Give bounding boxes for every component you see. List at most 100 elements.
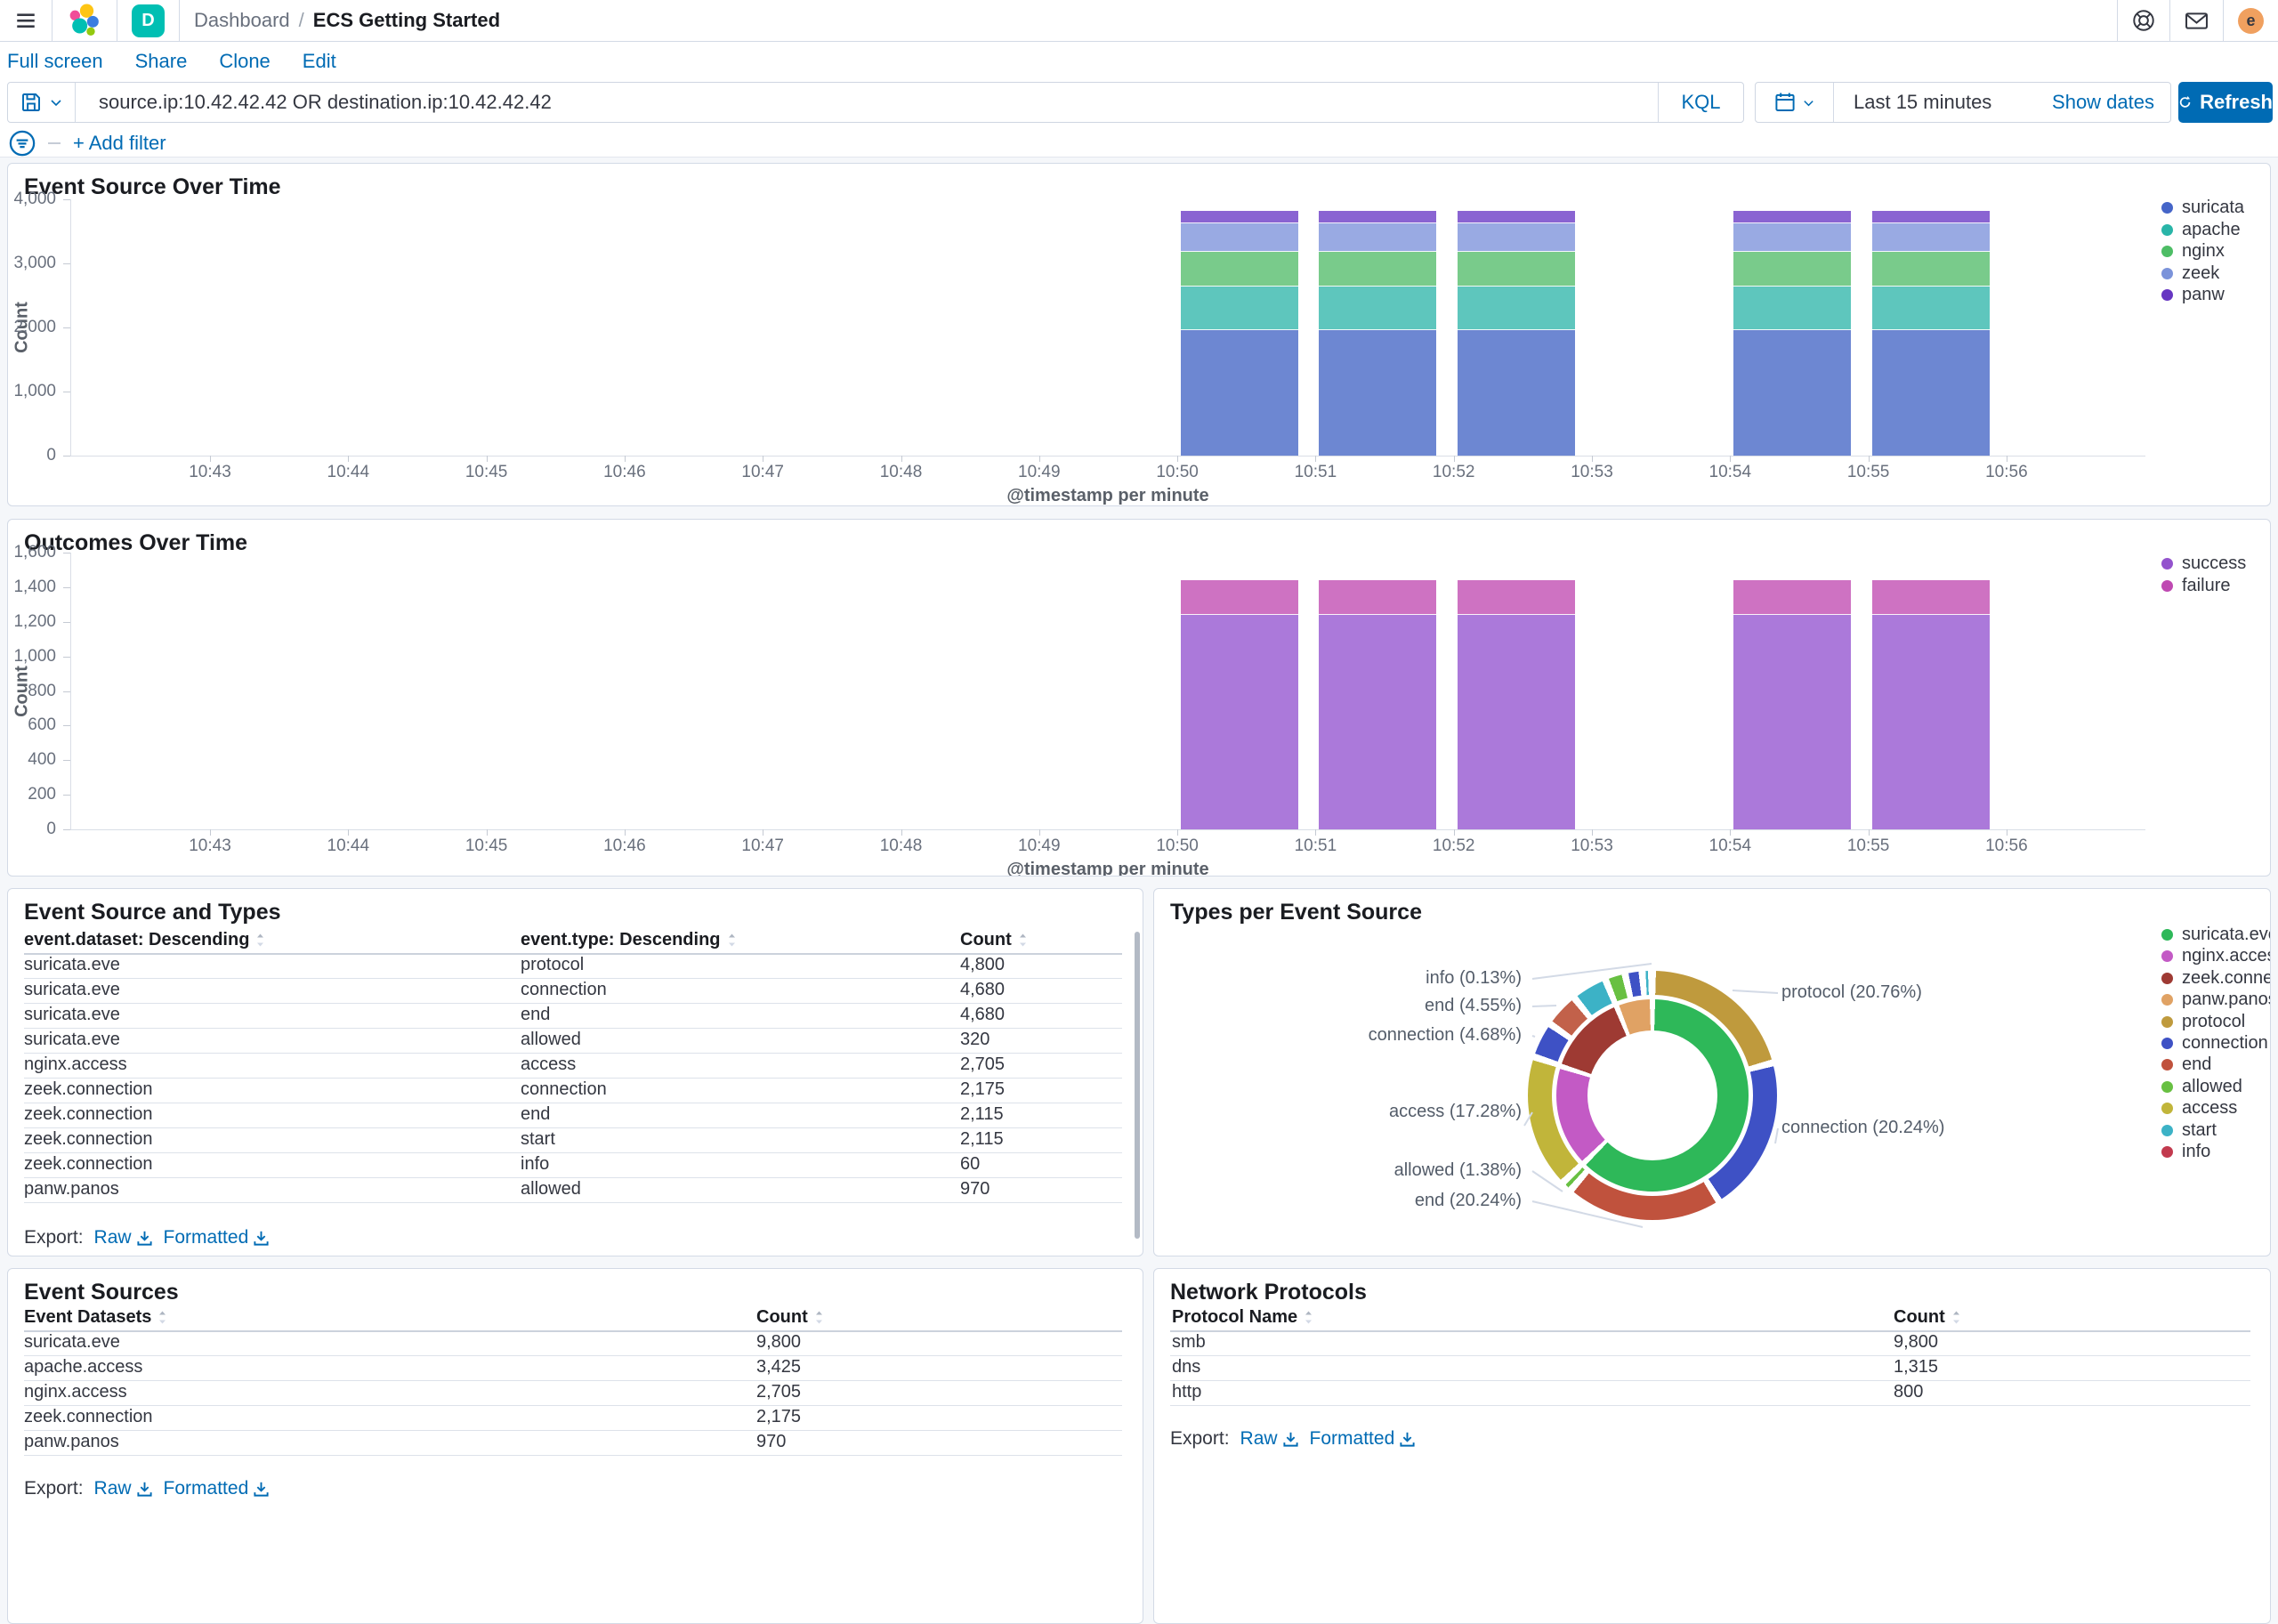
column-header[interactable]: Count — [960, 930, 1029, 950]
bar-segment-success[interactable] — [1181, 615, 1298, 829]
bar-segment-failure[interactable] — [1458, 580, 1575, 615]
query-language-button[interactable]: KQL — [1658, 83, 1743, 122]
bar-segment-apache[interactable] — [1872, 287, 1990, 330]
bar-segment-nginx[interactable] — [1181, 252, 1298, 287]
export-raw-link[interactable]: Raw — [1240, 1428, 1299, 1450]
user-avatar[interactable]: e — [2238, 8, 2264, 34]
time-range-value[interactable]: Last 15 minutes — [1854, 83, 1991, 122]
bar-segment-apache[interactable] — [1733, 287, 1851, 330]
menu-button[interactable] — [0, 0, 52, 41]
bar-segment-suricata[interactable] — [1319, 330, 1436, 456]
space-badge[interactable]: D — [132, 4, 165, 37]
x-tick-label: 10:55 — [1820, 836, 1918, 856]
x-tick-label: 10:50 — [1128, 836, 1226, 856]
legend-item-access[interactable]: access — [2161, 1098, 2237, 1119]
bar-segment-panw[interactable] — [1319, 211, 1436, 223]
y-tick-label: 200 — [7, 785, 56, 804]
legend-item-end[interactable]: end — [2161, 1054, 2211, 1075]
bar-segment-apache[interactable] — [1319, 287, 1436, 330]
export-formatted-link[interactable]: Formatted — [164, 1478, 271, 1499]
query-input[interactable]: source.ip:10.42.42.42 OR destination.ip:… — [76, 83, 1658, 122]
bar-segment-apache[interactable] — [1181, 287, 1298, 330]
bar-segment-nginx[interactable] — [1319, 252, 1436, 287]
filter-icon[interactable] — [9, 130, 36, 157]
table-cell: 2,175 — [960, 1079, 1005, 1100]
legend-item-nginx[interactable]: nginx — [2161, 241, 2225, 262]
bar-segment-nginx[interactable] — [1733, 252, 1851, 287]
legend-item-info[interactable]: info — [2161, 1142, 2210, 1162]
share-link[interactable]: Share — [135, 50, 188, 73]
legend-item-apache[interactable]: apache — [2161, 220, 2241, 240]
legend-item-zeek.connection[interactable]: zeek.connection — [2161, 968, 2271, 989]
column-header[interactable]: event.type: Descending — [521, 930, 738, 950]
y-tick-label: 0 — [7, 820, 56, 839]
bar-segment-panw[interactable] — [1872, 211, 1990, 223]
legend-item-protocol[interactable]: protocol — [2161, 1012, 2245, 1032]
legend-item-connection[interactable]: connection — [2161, 1033, 2268, 1054]
bar-segment-suricata[interactable] — [1181, 330, 1298, 456]
bar-segment-failure[interactable] — [1319, 580, 1436, 615]
legend-dot — [2161, 1016, 2173, 1028]
bar-segment-success[interactable] — [1458, 615, 1575, 829]
table-row: nginx.access2,705 — [8, 1380, 1143, 1405]
bar-segment-apache[interactable] — [1458, 287, 1575, 330]
x-tick-mark — [901, 829, 902, 836]
legend-item-start[interactable]: start — [2161, 1120, 2217, 1141]
bar-segment-nginx[interactable] — [1872, 252, 1990, 287]
bar-segment-panw[interactable] — [1458, 211, 1575, 223]
export-formatted-link[interactable]: Formatted — [1310, 1428, 1417, 1450]
bar-segment-success[interactable] — [1733, 615, 1851, 829]
table-cell: 60 — [960, 1154, 980, 1175]
legend-label: zeek.connection — [2182, 968, 2271, 989]
elastic-logo[interactable] — [53, 0, 117, 41]
legend-item-allowed[interactable]: allowed — [2161, 1077, 2242, 1097]
breadcrumb-dashboard[interactable]: Dashboard — [194, 9, 290, 32]
x-tick-mark — [1454, 456, 1455, 462]
column-header[interactable]: Count — [1894, 1307, 1962, 1328]
edit-link[interactable]: Edit — [303, 50, 336, 73]
legend-item-suricata.eve[interactable]: suricata.eve — [2161, 925, 2271, 945]
column-header[interactable]: Protocol Name — [1172, 1307, 1314, 1328]
help-button[interactable] — [2118, 0, 2169, 41]
bar-segment-zeek[interactable] — [1733, 223, 1851, 251]
bar-segment-success[interactable] — [1872, 615, 1990, 829]
bar-segment-failure[interactable] — [1872, 580, 1990, 615]
bar-segment-zeek[interactable] — [1319, 223, 1436, 251]
bar-segment-success[interactable] — [1319, 615, 1436, 829]
legend-item-panw[interactable]: panw — [2161, 285, 2225, 305]
add-filter-button[interactable]: + Add filter — [73, 132, 166, 155]
table-cell: zeek.connection — [24, 1104, 153, 1125]
export-raw-link[interactable]: Raw — [94, 1227, 153, 1248]
legend-item-failure[interactable]: failure — [2161, 576, 2230, 596]
table-cell: smb — [1172, 1332, 1206, 1353]
bar-segment-suricata[interactable] — [1458, 330, 1575, 456]
bar-segment-zeek[interactable] — [1872, 223, 1990, 251]
legend-item-success[interactable]: success — [2161, 553, 2246, 574]
column-header[interactable]: event.dataset: Descending — [24, 930, 266, 950]
full-screen-link[interactable]: Full screen — [7, 50, 103, 73]
bar-segment-panw[interactable] — [1733, 211, 1851, 223]
bar-segment-zeek[interactable] — [1181, 223, 1298, 251]
bar-segment-panw[interactable] — [1181, 211, 1298, 223]
table-row: nginx.accessaccess2,705 — [8, 1053, 1143, 1078]
legend-item-nginx.access[interactable]: nginx.access — [2161, 946, 2271, 966]
bar-segment-failure[interactable] — [1733, 580, 1851, 615]
show-dates-button[interactable]: Show dates — [2052, 83, 2154, 122]
bar-segment-zeek[interactable] — [1458, 223, 1575, 251]
bar-segment-suricata[interactable] — [1872, 330, 1990, 456]
saved-query-menu-button[interactable] — [8, 83, 76, 122]
legend-item-suricata[interactable]: suricata — [2161, 198, 2244, 218]
clone-link[interactable]: Clone — [219, 50, 270, 73]
column-header[interactable]: Event Datasets — [24, 1307, 168, 1328]
legend-item-panw.panos[interactable]: panw.panos — [2161, 990, 2271, 1010]
legend-item-zeek[interactable]: zeek — [2161, 263, 2219, 284]
bar-segment-suricata[interactable] — [1733, 330, 1851, 456]
refresh-button[interactable]: Refresh — [2178, 82, 2273, 123]
news-button[interactable] — [2170, 0, 2223, 41]
export-raw-link[interactable]: Raw — [94, 1478, 153, 1499]
date-quick-select-button[interactable] — [1756, 83, 1834, 122]
bar-segment-nginx[interactable] — [1458, 252, 1575, 287]
export-formatted-link[interactable]: Formatted — [164, 1227, 271, 1248]
column-header[interactable]: Count — [756, 1307, 825, 1328]
bar-segment-failure[interactable] — [1181, 580, 1298, 615]
